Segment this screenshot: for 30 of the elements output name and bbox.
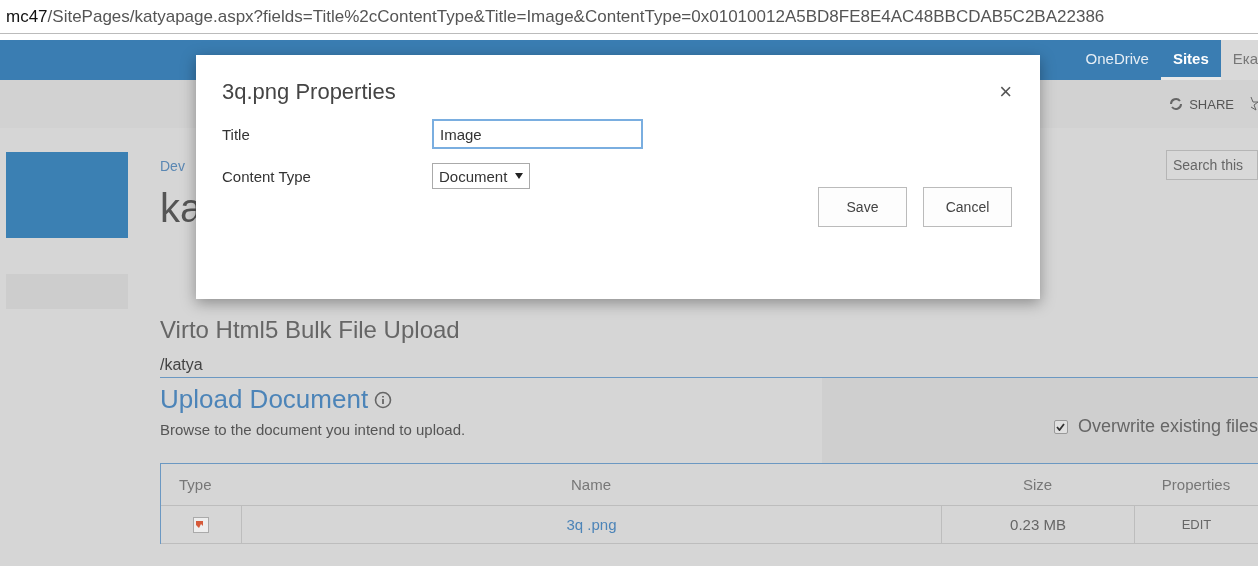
column-header: Type <box>178 476 213 493</box>
file-size: 0.23 MB <box>941 506 1134 543</box>
sync-icon <box>1168 96 1185 112</box>
dialog-button[interactable]: Save <box>818 187 907 227</box>
search-field[interactable]: Search this <box>1166 150 1258 180</box>
dialog-button[interactable]: Cancel <box>923 187 1012 227</box>
share-link[interactable]: SHARE <box>1168 96 1234 112</box>
image-file-icon <box>193 516 209 533</box>
dialog-title: 3q.png Properties <box>222 79 396 105</box>
field-label: Title <box>222 125 251 143</box>
suite-link[interactable]: Ека <box>1220 40 1258 80</box>
file-name-link[interactable]: 3q .png <box>241 506 941 543</box>
column-header: Name <box>570 476 612 493</box>
upload-title: Upload Document <box>160 384 369 415</box>
upload-hint: Browse to the document you intend to upload. <box>160 421 467 438</box>
close-button[interactable]: × <box>999 79 1012 103</box>
caret-icon <box>515 173 524 179</box>
info-icon[interactable] <box>374 390 393 409</box>
column-header: Properties <box>1160 476 1232 493</box>
title-input-field[interactable]: Image <box>432 119 643 149</box>
checkmark-icon <box>1056 422 1066 431</box>
content-type-select[interactable]: Document <box>432 163 531 189</box>
address-bar[interactable]: mc47/SitePages/katyapage.aspx?fields=Title%2cContentType&Title=Image&ContentType=0x01010012A5BD8FE8E4AC48BBCDAB5C2BA22386 <box>0 0 1258 34</box>
suite-link[interactable]: OneDrive <box>1073 40 1161 80</box>
overwrite-label: Overwrite existing files <box>1077 416 1258 437</box>
field-label: Content Type <box>222 167 312 185</box>
overwrite-checkbox[interactable] <box>1053 419 1068 434</box>
column-header: Size <box>1021 476 1054 493</box>
edit-link[interactable]: EDIT <box>1134 506 1258 543</box>
webpart-title: Virto Html5 Bulk File Upload <box>160 316 461 344</box>
